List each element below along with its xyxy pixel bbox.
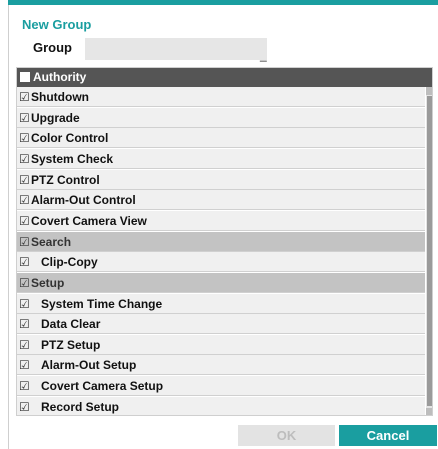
authority-item-row[interactable]: ☑ Alarm-Out Control [17,190,425,211]
checkbox-checked-icon[interactable]: ☑ [19,297,30,311]
authority-section-row[interactable]: ☑ Setup [17,272,425,293]
checkbox-checked-icon[interactable]: ☑ [19,90,30,104]
checkbox-checked-icon[interactable]: ☑ [19,214,30,228]
dialog-top-accent-bar [8,0,438,5]
authority-item-row[interactable]: ☑ Color Control [17,128,425,149]
authority-item-label: Record Setup [41,399,120,414]
checkbox-checked-icon[interactable]: ☑ [19,379,30,393]
authority-item-row[interactable]: ☑ Clip-Copy [17,252,425,273]
authority-section-row[interactable]: ☑ Search [17,231,425,252]
authority-select-all-checkbox[interactable] [20,72,30,82]
ok-button[interactable]: OK [238,425,335,446]
checkbox-checked-icon[interactable]: ☑ [19,338,30,352]
authority-item-label: System Time Change [41,296,163,311]
checkbox-checked-icon[interactable]: ☑ [19,111,30,125]
checkbox-checked-icon[interactable]: ☑ [19,173,30,187]
authority-item-row[interactable]: ☑ Record Setup [17,396,425,415]
authority-header-label: Authority [33,70,87,84]
cancel-button[interactable]: Cancel [339,425,437,446]
authority-item-row[interactable]: ☑ Covert Camera View [17,210,425,231]
authority-item-label: Covert Camera View [31,213,147,228]
authority-item-label: Search [31,234,72,249]
scroll-up-arrow-icon[interactable] [426,87,432,95]
authority-item-row[interactable]: ☑ Shutdown [17,87,425,107]
dialog-title: New Group [22,17,92,32]
checkbox-checked-icon[interactable]: ☑ [19,255,30,269]
checkbox-checked-icon[interactable]: ☑ [19,276,30,290]
scrollbar-thumb[interactable] [427,96,432,406]
checkbox-checked-icon[interactable]: ☑ [19,317,30,331]
authority-item-label: Alarm-Out Control [31,193,136,208]
authority-item-label: Upgrade [31,110,80,125]
authority-item-row[interactable]: ☑ Alarm-Out Setup [17,355,425,376]
group-label: Group [33,40,72,55]
authority-item-label: Covert Camera Setup [41,379,164,394]
authority-item-label: PTZ Control [31,172,100,187]
authority-list: Authority ☑ Shutdown ☑ Upgrade ☑ Color Contro… [16,67,433,416]
checkbox-checked-icon[interactable]: ☑ [19,400,30,414]
dialog-left-border [8,5,9,449]
authority-item-row[interactable]: ☑ PTZ Setup [17,334,425,355]
text-cursor-icon: _ [260,48,267,62]
checkbox-checked-icon[interactable]: ☑ [19,358,30,372]
authority-item-row[interactable]: ☑ Covert Camera Setup [17,376,425,397]
authority-item-label: PTZ Setup [41,337,101,352]
checkbox-checked-icon[interactable]: ☑ [19,152,30,166]
group-name-input[interactable] [85,38,267,60]
authority-item-row[interactable]: ☑ Data Clear [17,314,425,335]
authority-item-label: Alarm-Out Setup [41,358,137,373]
authority-item-row[interactable]: ☑ System Check [17,148,425,169]
authority-item-label: Shutdown [31,90,89,104]
authority-item-label: Setup [31,275,65,290]
authority-item-label: Data Clear [41,317,101,332]
authority-item-label: System Check [31,151,114,166]
checkbox-checked-icon[interactable]: ☑ [19,131,30,145]
authority-item-label: Clip-Copy [41,255,98,270]
scroll-down-arrow-icon[interactable] [426,408,432,415]
authority-item-label: Color Control [31,131,109,146]
authority-header[interactable]: Authority [17,68,432,87]
authority-item-row[interactable]: ☑ System Time Change [17,293,425,314]
checkbox-checked-icon[interactable]: ☑ [19,193,30,207]
authority-item-row[interactable]: ☑ Upgrade [17,107,425,128]
authority-item-row[interactable]: ☑ PTZ Control [17,169,425,190]
checkbox-checked-icon[interactable]: ☑ [19,235,30,249]
